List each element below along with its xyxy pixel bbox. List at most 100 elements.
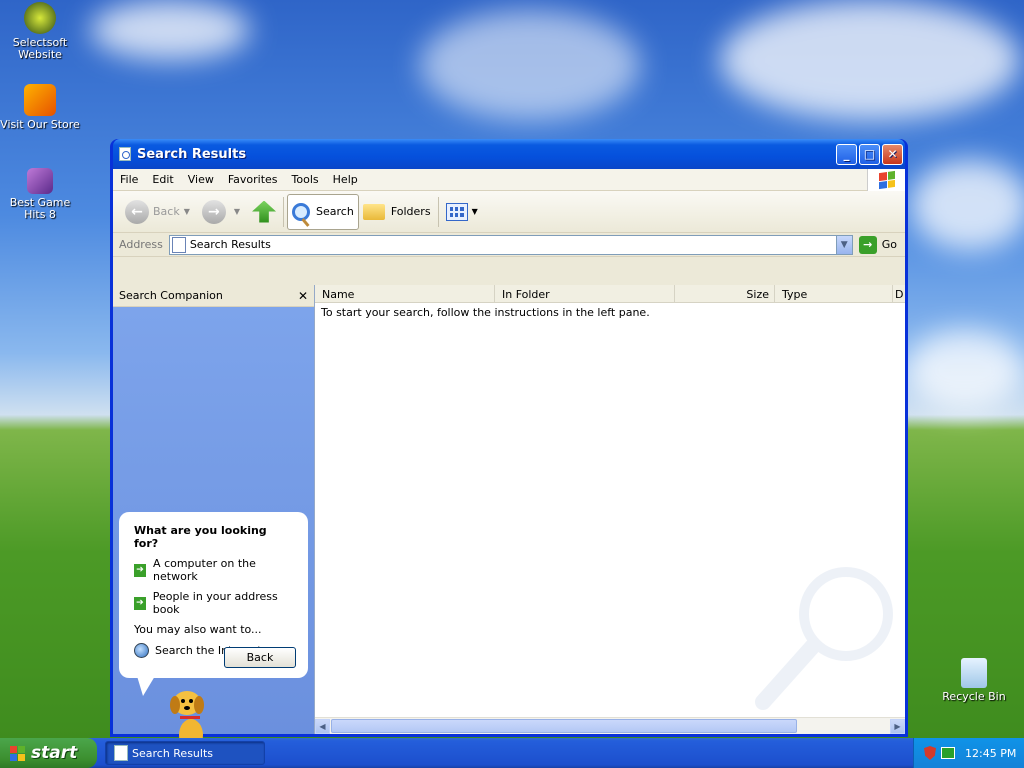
menu-tools[interactable]: Tools — [285, 173, 326, 186]
cloud — [90, 0, 250, 60]
option-label: People in your address book — [152, 590, 278, 616]
search-companion-title: Search Companion — [119, 289, 223, 302]
search-icon — [292, 202, 311, 221]
column-size[interactable]: Size — [675, 285, 775, 303]
toolbar: ← Back ▼ → ▼ Search Folders ▼ — [113, 191, 905, 233]
start-label: start — [31, 743, 78, 763]
clock: 12:45 PM — [965, 746, 1017, 760]
also-want-label: You may also want to... — [134, 623, 262, 636]
close-pane-icon[interactable]: ✕ — [298, 289, 308, 303]
folder-icon — [362, 203, 385, 220]
menu-bar: File Edit View Favorites Tools Help — [113, 168, 905, 191]
watermark-magnifier-icon — [755, 567, 893, 710]
column-in-folder[interactable]: In Folder — [495, 285, 675, 303]
folders-label: Folders — [390, 205, 431, 218]
views-dropdown-icon: ▼ — [471, 207, 478, 216]
results-pane: Name In Folder Size Type D To start your… — [315, 285, 905, 734]
scroll-left-icon[interactable]: ◀ — [315, 718, 330, 734]
desktop-icon-game-hits[interactable]: Best Game Hits 8 — [0, 168, 80, 221]
minimize-button[interactable]: _ — [836, 143, 857, 165]
internet-search-icon — [134, 643, 149, 658]
desktop-icon-selectsoft[interactable]: Selectsoft Website — [0, 2, 80, 61]
address-input[interactable]: Search Results ▼ — [168, 234, 853, 255]
menu-view[interactable]: View — [181, 173, 221, 186]
menu-edit[interactable]: Edit — [145, 173, 180, 186]
menu-favorites[interactable]: Favorites — [221, 173, 285, 186]
windows-logo-icon — [867, 168, 905, 191]
close-button[interactable]: ✕ — [882, 143, 903, 165]
desktop-icon-store[interactable]: Visit Our Store — [0, 84, 80, 131]
system-tray: 12:45 PM — [913, 738, 1024, 768]
green-arrow-icon: ➔ — [134, 563, 147, 577]
back-arrow-icon: ← — [125, 199, 149, 224]
network-icon[interactable] — [941, 747, 955, 759]
back-button[interactable]: ← Back ▼ — [121, 194, 198, 230]
views-icon — [445, 202, 468, 221]
column-header-row: Name In Folder Size Type D — [315, 285, 905, 303]
scroll-thumb[interactable] — [331, 719, 797, 733]
game-dice-icon — [27, 168, 53, 194]
up-folder-button[interactable] — [248, 194, 280, 230]
cloud — [420, 10, 640, 120]
back-dropdown-icon[interactable]: ▼ — [184, 207, 190, 216]
column-name[interactable]: Name — [315, 285, 495, 303]
column-type[interactable]: Type — [775, 285, 893, 303]
menu-file[interactable]: File — [113, 173, 145, 186]
cloud — [720, 0, 1020, 120]
address-bar: Address Search Results ▼ → Go — [113, 233, 905, 257]
horizontal-scrollbar[interactable]: ◀ ▶ — [315, 717, 905, 734]
search-document-icon — [171, 236, 186, 253]
forward-dropdown-icon[interactable]: ▼ — [234, 207, 240, 216]
column-date[interactable]: D — [893, 285, 905, 303]
maximize-button[interactable]: □ — [859, 143, 880, 165]
search-results-window: Search Results _ □ ✕ File Edit View Favo… — [110, 139, 908, 754]
desktop-icon-label: Selectsoft Website — [12, 36, 68, 61]
balloon-title: What are you looking for? — [134, 524, 267, 550]
search-document-icon — [119, 147, 131, 161]
back-label: Back — [153, 205, 180, 218]
cloud — [910, 160, 1024, 250]
go-button[interactable]: → Go — [853, 235, 905, 254]
search-companion-pane: Search Companion ✕ What are you looking … — [113, 285, 315, 754]
desktop-icon-label: Recycle Bin — [942, 690, 1006, 703]
search-label: Search — [316, 205, 354, 218]
address-value: Search Results — [189, 238, 271, 251]
windows-logo-icon — [10, 745, 25, 761]
search-document-icon — [114, 745, 128, 761]
search-balloon: What are you looking for? ➔ A computer o… — [119, 512, 308, 696]
menu-help[interactable]: Help — [326, 173, 365, 186]
toolbar-separator — [437, 196, 439, 227]
forward-arrow-icon: → — [201, 199, 226, 224]
taskbar-item-search-results[interactable]: Search Results — [105, 741, 265, 765]
start-button[interactable]: start — [0, 738, 97, 768]
desktop-icon-recycle-bin[interactable]: Recycle Bin — [934, 658, 1014, 703]
search-companion-header: Search Companion ✕ — [113, 285, 314, 307]
title-bar[interactable]: Search Results _ □ ✕ — [113, 139, 905, 169]
go-label: Go — [881, 238, 897, 251]
instructions-message: To start your search, follow the instruc… — [321, 306, 650, 319]
recycle-bin-icon — [961, 658, 987, 688]
desktop-icon-label: Best Game Hits 8 — [9, 196, 71, 221]
address-dropdown-icon[interactable]: ▼ — [835, 235, 852, 254]
forward-button[interactable]: → ▼ — [198, 194, 248, 230]
toolbar-separator — [283, 196, 285, 227]
folders-button[interactable]: Folders — [359, 194, 435, 230]
desktop-icon-label: Visit Our Store — [0, 118, 80, 131]
up-folder-icon — [252, 200, 277, 223]
balloon-back-button[interactable]: Back — [224, 647, 296, 668]
scroll-right-icon[interactable]: ▶ — [890, 718, 905, 734]
search-button[interactable]: Search — [287, 193, 359, 230]
option-people-address-book[interactable]: ➔ People in your address book — [134, 590, 293, 616]
taskbar: start Search Results 12:45 PM — [0, 738, 1024, 768]
green-arrow-icon: ➔ — [134, 596, 146, 610]
security-shield-icon[interactable] — [924, 746, 936, 760]
option-label: A computer on the network — [153, 557, 256, 583]
window-title: Search Results — [137, 146, 247, 162]
views-button[interactable]: ▼ — [442, 194, 486, 230]
taskbar-item-label: Search Results — [132, 746, 214, 760]
go-arrow-icon: → — [858, 235, 877, 254]
store-icon — [24, 84, 56, 116]
address-label: Address — [119, 238, 163, 251]
selectsoft-icon — [24, 2, 56, 34]
option-computer-on-network[interactable]: ➔ A computer on the network — [134, 557, 293, 583]
